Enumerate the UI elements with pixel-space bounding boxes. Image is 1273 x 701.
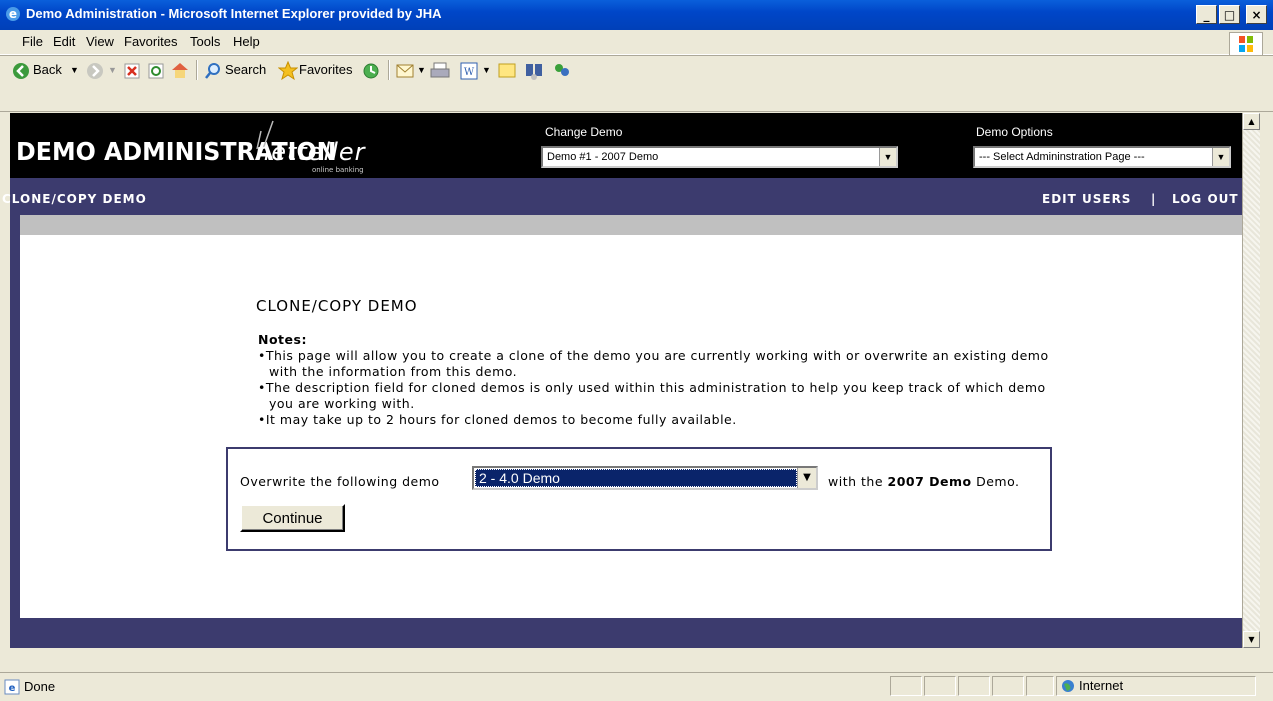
back-dropdown-icon[interactable]: ▼ bbox=[70, 65, 79, 75]
menu-help[interactable]: Help bbox=[233, 34, 260, 49]
mail-dropdown-icon[interactable]: ▼ bbox=[417, 65, 426, 75]
home-icon[interactable] bbox=[170, 61, 190, 79]
toolbar-separator bbox=[196, 60, 197, 80]
netteller-logo: netteller bbox=[255, 138, 366, 166]
demo-options-value: --- Select Admininstration Page --- bbox=[979, 151, 1145, 163]
stop-icon[interactable] bbox=[124, 63, 140, 79]
menu-edit[interactable]: Edit bbox=[53, 34, 75, 49]
edit-word-icon[interactable]: W bbox=[460, 62, 478, 80]
selected-demo-value: 2 - 4.0 Demo bbox=[475, 469, 797, 487]
mail-icon[interactable] bbox=[396, 63, 416, 79]
nav-separator: | bbox=[1151, 192, 1157, 206]
scroll-down-icon[interactable]: ▼ bbox=[1243, 631, 1260, 648]
chevron-down-icon[interactable]: ▼ bbox=[797, 468, 816, 488]
status-text: Done bbox=[24, 679, 56, 694]
window-title: Demo Administration - Microsoft Internet… bbox=[26, 6, 442, 21]
refresh-icon[interactable] bbox=[148, 63, 164, 79]
svg-text:W: W bbox=[464, 67, 475, 78]
nav-log-out[interactable]: LOG OUT bbox=[1172, 192, 1239, 206]
notes-section: Notes: •This page will allow you to crea… bbox=[258, 332, 1049, 428]
menu-file[interactable]: File bbox=[22, 34, 43, 49]
nav-bar: CLONE/COPY DEMO EDIT USERS | LOG OUT bbox=[2, 178, 1242, 218]
scroll-up-icon[interactable]: ▲ bbox=[1243, 113, 1260, 130]
page-title: CLONE/COPY DEMO bbox=[256, 297, 418, 315]
page-done-icon: e bbox=[4, 679, 20, 695]
nav-edit-users[interactable]: EDIT USERS bbox=[1042, 192, 1131, 206]
research-icon[interactable] bbox=[524, 61, 544, 81]
back-icon[interactable] bbox=[12, 62, 30, 80]
status-pane bbox=[958, 676, 990, 696]
chevron-down-icon[interactable]: ▼ bbox=[879, 148, 896, 166]
source-demo-name: 2007 Demo bbox=[887, 474, 972, 489]
grey-bar bbox=[20, 215, 1242, 235]
demo-options-select[interactable]: --- Select Admininstration Page --- ▼ bbox=[973, 146, 1231, 168]
menu-favorites[interactable]: Favorites bbox=[124, 34, 177, 49]
minimize-button[interactable]: _ bbox=[1196, 5, 1217, 24]
demo-options-label: Demo Options bbox=[976, 125, 1053, 139]
status-pane bbox=[992, 676, 1024, 696]
forward-icon[interactable] bbox=[86, 62, 104, 80]
windows-logo-icon bbox=[1229, 32, 1263, 56]
discuss-icon[interactable] bbox=[498, 62, 516, 80]
favorites-button[interactable]: Favorites bbox=[299, 62, 352, 77]
zone-text: Internet bbox=[1079, 678, 1124, 693]
web-page: DEMO ADMINISTRATION netteller online ban… bbox=[2, 113, 1242, 648]
netteller-tagline: online banking bbox=[312, 166, 364, 174]
status-bar: e Done Internet bbox=[0, 672, 1273, 701]
globe-icon bbox=[1062, 680, 1074, 692]
note-text: The description field for cloned demos i… bbox=[265, 380, 1046, 411]
note-item: •It may take up to 2 hours for cloned de… bbox=[258, 412, 737, 427]
chevron-down-icon[interactable]: ▼ bbox=[1212, 148, 1229, 166]
note-item: •The description field for cloned demos … bbox=[258, 380, 1046, 411]
close-button[interactable]: × bbox=[1246, 5, 1267, 24]
with-prefix: with the bbox=[828, 474, 884, 489]
ie-logo-icon: e bbox=[6, 7, 20, 21]
menu-bar: File Edit View Favorites Tools Help bbox=[0, 30, 1273, 56]
history-icon[interactable] bbox=[362, 62, 380, 80]
menu-tools[interactable]: Tools bbox=[190, 34, 220, 49]
back-button[interactable]: Back bbox=[33, 62, 62, 77]
messenger-icon[interactable] bbox=[552, 61, 572, 81]
status-pane bbox=[924, 676, 956, 696]
change-demo-select[interactable]: Demo #1 - 2007 Demo ▼ bbox=[541, 146, 898, 168]
toolbar-separator bbox=[388, 60, 389, 80]
forward-dropdown-icon[interactable]: ▼ bbox=[108, 65, 117, 75]
note-item: •This page will allow you to create a cl… bbox=[258, 348, 1049, 379]
favorites-star-icon[interactable] bbox=[278, 61, 298, 81]
content-panel: CLONE/COPY DEMO Notes: •This page will a… bbox=[20, 235, 1242, 618]
svg-text:e: e bbox=[9, 683, 16, 694]
with-suffix: Demo. bbox=[976, 474, 1020, 489]
print-icon[interactable] bbox=[430, 62, 450, 80]
status-pane bbox=[1026, 676, 1054, 696]
edit-dropdown-icon[interactable]: ▼ bbox=[482, 65, 491, 75]
status-pane bbox=[890, 676, 922, 696]
search-button[interactable]: Search bbox=[225, 62, 266, 77]
svg-text:e: e bbox=[9, 7, 17, 21]
toolbar: Back ▼ ▼ Search Favorites ▼ W ▼ bbox=[0, 56, 1273, 112]
search-icon[interactable] bbox=[204, 62, 222, 80]
menu-view[interactable]: View bbox=[86, 34, 114, 49]
clone-form: Overwrite the following demo 2 - 4.0 Dem… bbox=[226, 447, 1052, 551]
overwrite-label: Overwrite the following demo bbox=[240, 474, 440, 489]
note-text: It may take up to 2 hours for cloned dem… bbox=[265, 412, 737, 427]
with-source-text: with the 2007 Demo Demo. bbox=[828, 474, 1020, 489]
window-title-bar[interactable]: e Demo Administration - Microsoft Intern… bbox=[0, 0, 1273, 30]
nav-clone-copy-demo[interactable]: CLONE/COPY DEMO bbox=[2, 192, 147, 206]
change-demo-value: Demo #1 - 2007 Demo bbox=[547, 151, 659, 163]
zone-pane: Internet bbox=[1056, 676, 1256, 696]
site-header: DEMO ADMINISTRATION netteller online ban… bbox=[10, 113, 1242, 178]
change-demo-label: Change Demo bbox=[545, 125, 623, 139]
notes-label: Notes: bbox=[258, 332, 307, 347]
maximize-button[interactable]: □ bbox=[1219, 5, 1240, 24]
continue-button[interactable]: Continue bbox=[240, 504, 345, 532]
overwrite-demo-select[interactable]: 2 - 4.0 Demo ▼ bbox=[472, 466, 818, 490]
note-text: This page will allow you to create a clo… bbox=[265, 348, 1049, 379]
vertical-scrollbar[interactable]: ▲ ▼ bbox=[1242, 113, 1260, 648]
